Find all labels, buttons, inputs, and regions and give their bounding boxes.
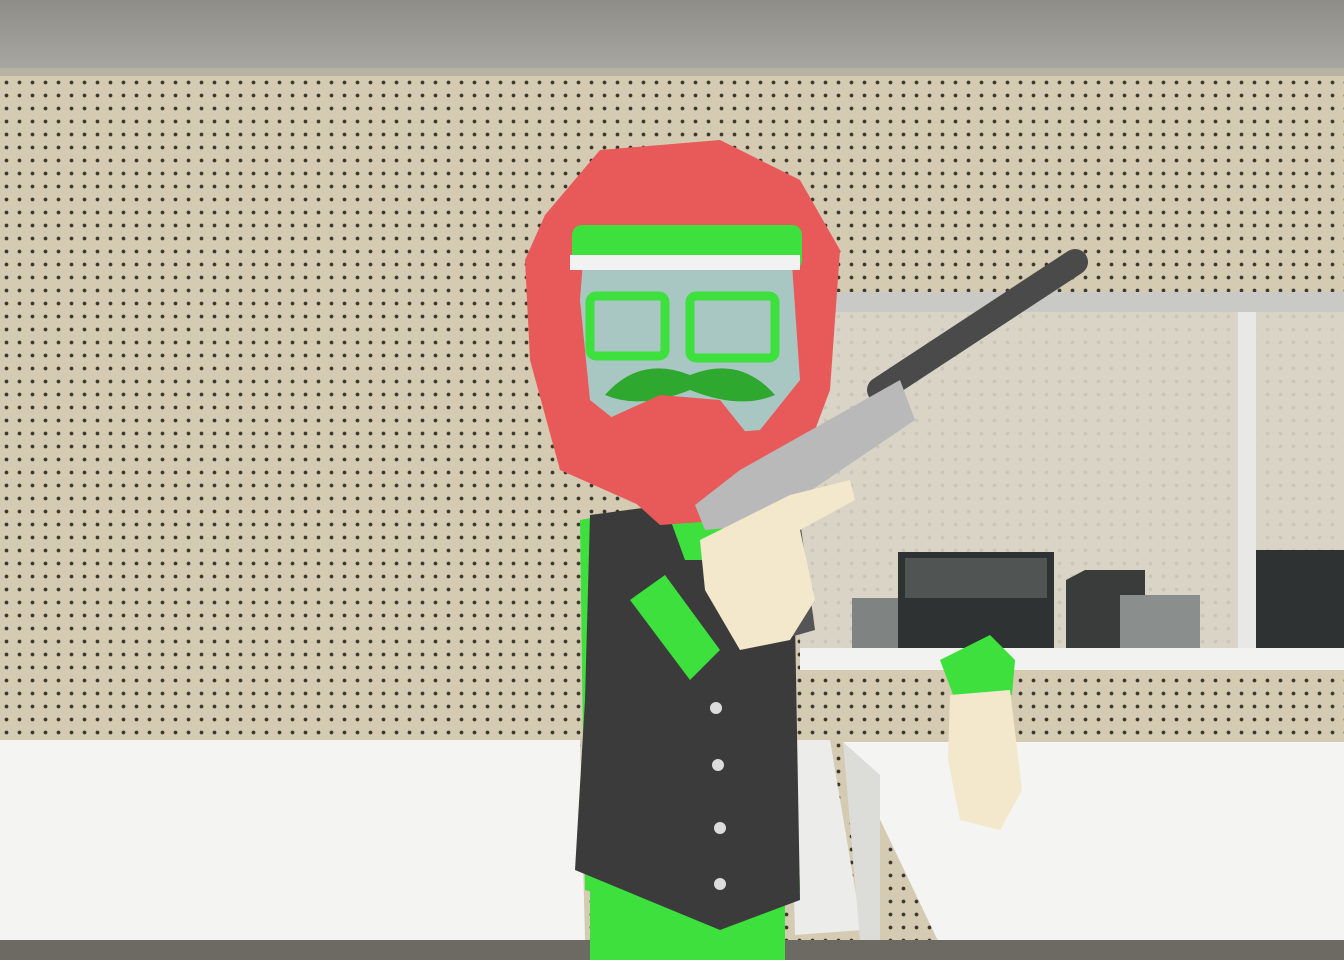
right-hand xyxy=(948,690,1022,830)
window-sill xyxy=(800,648,1344,670)
game-scene xyxy=(0,140,1344,960)
office-window xyxy=(795,292,1344,670)
desk-left xyxy=(0,740,585,940)
desk-right xyxy=(843,742,1344,945)
computer-monitor-icon xyxy=(1256,550,1344,648)
